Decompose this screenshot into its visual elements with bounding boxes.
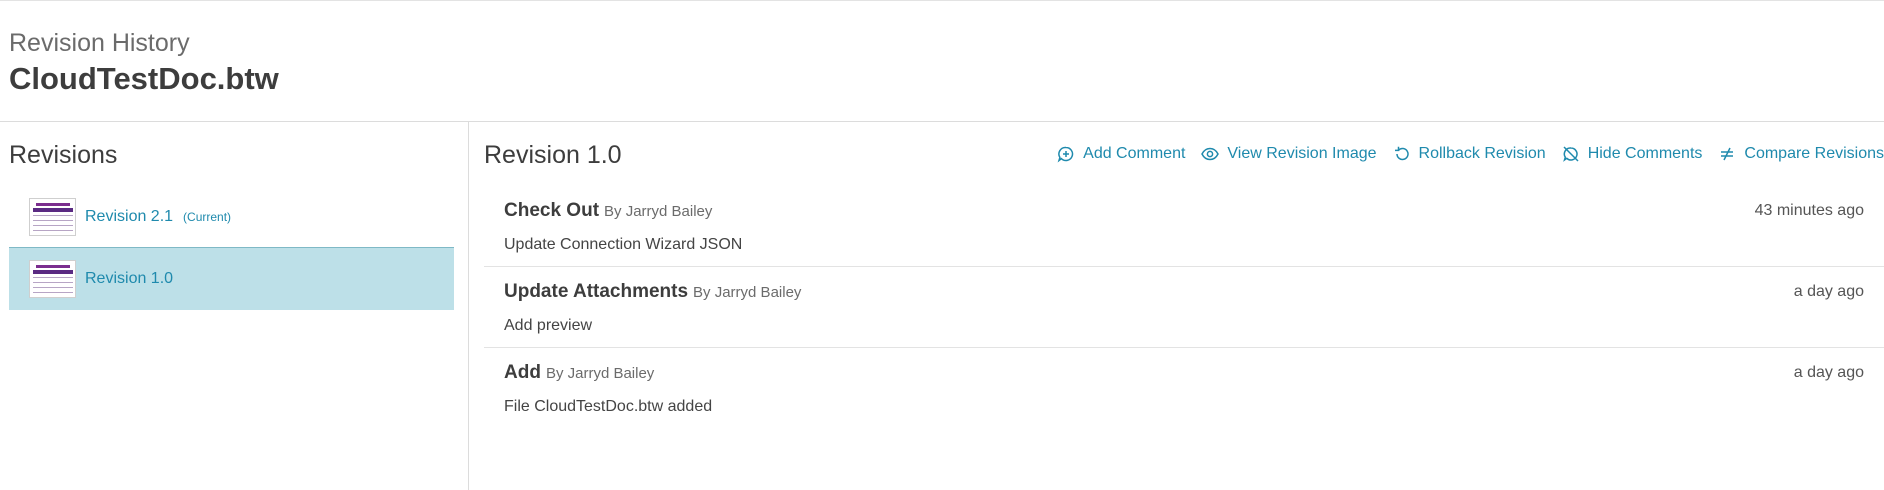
revisions-heading: Revisions	[9, 141, 118, 169]
revision-toolbar: Add Comment View Revision Image Rollback…	[1041, 142, 1884, 166]
add-comment-button[interactable]: Add Comment	[1057, 145, 1185, 163]
revision-thumbnail	[29, 260, 76, 298]
revision-label[interactable]: Revision 2.1	[85, 208, 173, 226]
history-event: Add By Jarryd Bailey a day ago File Cloud…	[484, 348, 1884, 429]
not-equal-icon	[1721, 147, 1734, 161]
event-title: Update Attachments By Jarryd Bailey	[504, 281, 801, 303]
event-time: 43 minutes ago	[1754, 202, 1864, 219]
current-badge: (Current)	[183, 209, 232, 224]
hide-comments-button[interactable]: Hide Comments	[1562, 145, 1703, 163]
view-revision-image-button[interactable]: View Revision Image	[1201, 145, 1377, 163]
revisions-panel: Revisions Revision 2.1 (Current) Revisio…	[0, 122, 469, 490]
page-header: Revision History CloudTestDoc.btw	[0, 0, 1884, 122]
event-author: By Jarryd Bailey	[604, 203, 713, 220]
revision-detail: Revision 1.0 Add Comment View Revision I…	[470, 122, 1884, 490]
rollback-revision-button[interactable]: Rollback Revision	[1393, 145, 1546, 163]
page-title: CloudTestDoc.btw	[9, 61, 279, 96]
event-time: a day ago	[1793, 283, 1864, 300]
eye-icon	[1201, 147, 1220, 161]
event-name: Check Out	[504, 200, 600, 221]
history-event: Update Attachments By Jarryd Bailey a day…	[484, 267, 1884, 348]
event-title: Check Out By Jarryd Bailey	[504, 200, 712, 222]
add-comment-label: Add Comment	[1083, 145, 1186, 162]
revision-title: Revision 1.0	[484, 141, 622, 169]
history-event: Check Out By Jarryd Bailey 43 minutes ago…	[484, 186, 1884, 267]
event-name: Add	[504, 362, 541, 383]
hide-comments-label: Hide Comments	[1587, 145, 1703, 162]
page-subtitle: Revision History	[9, 29, 190, 57]
event-author: By Jarryd Bailey	[693, 284, 802, 301]
undo-icon	[1394, 146, 1409, 161]
comment-plus-icon	[1057, 146, 1074, 163]
revision-item-2-1[interactable]: Revision 2.1 (Current)	[9, 186, 454, 248]
event-description: Update Connection Wizard JSON	[504, 236, 743, 253]
event-description: Add preview	[504, 317, 593, 334]
event-author: By Jarryd Bailey	[545, 365, 655, 382]
revision-item-1-0[interactable]: Revision 1.0	[9, 248, 454, 310]
view-revision-image-label: View Revision Image	[1227, 145, 1377, 162]
revision-thumbnail	[29, 197, 76, 236]
compare-revisions-label: Compare Revisions	[1744, 145, 1884, 162]
event-description: File CloudTestDoc.btw added	[504, 398, 713, 415]
revision-label[interactable]: Revision 1.0	[85, 270, 173, 288]
event-title: Add By Jarryd Bailey	[504, 362, 654, 384]
event-name: Update Attachments	[504, 281, 689, 302]
event-time: a day ago	[1793, 364, 1864, 381]
comment-off-icon	[1562, 146, 1579, 162]
compare-revisions-button[interactable]: Compare Revisions	[1718, 145, 1884, 163]
rollback-revision-label: Rollback Revision	[1418, 145, 1546, 162]
